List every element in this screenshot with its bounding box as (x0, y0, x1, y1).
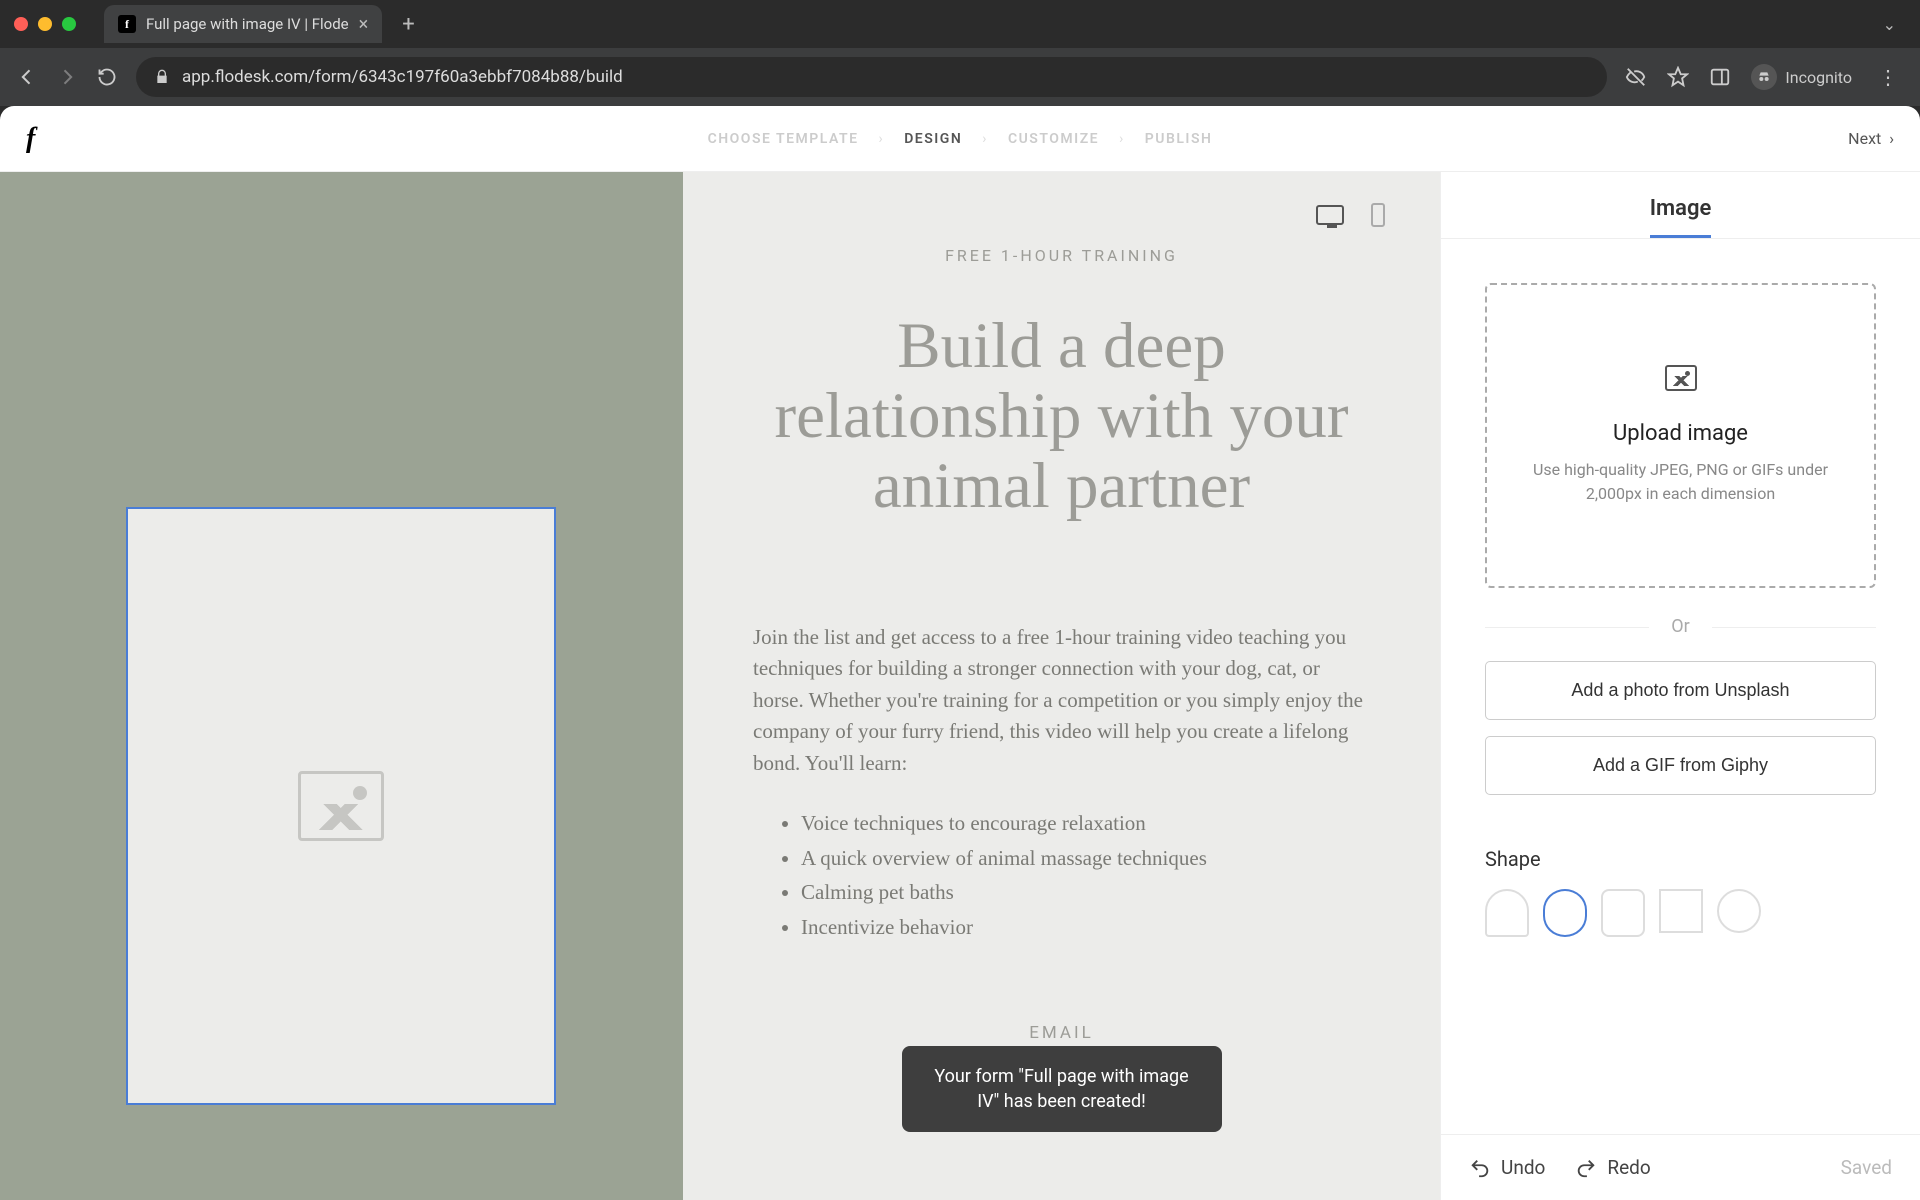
image-placeholder-oval (128, 509, 554, 1103)
mobile-icon[interactable] (1362, 202, 1394, 228)
tabs-overflow-icon[interactable]: ⌄ (1873, 15, 1906, 34)
next-button[interactable]: Next › (1848, 129, 1894, 148)
eyebrow-text[interactable]: FREE 1-HOUR TRAINING (753, 246, 1370, 265)
close-icon[interactable]: × (359, 14, 369, 35)
panel-body: Upload image Use high-quality JPEG, PNG … (1441, 239, 1920, 1134)
new-tab-button[interactable]: + (392, 12, 424, 37)
saved-status: Saved (1841, 1156, 1892, 1179)
redo-icon (1575, 1157, 1597, 1179)
lock-icon (154, 69, 170, 85)
tab-bar: f Full page with image IV | Flode × + ⌄ (0, 0, 1920, 48)
chevron-right-icon: › (1119, 131, 1125, 147)
forward-icon[interactable] (56, 66, 78, 88)
step-design[interactable]: DESIGN (904, 131, 962, 147)
step-customize[interactable]: CUSTOMIZE (1008, 131, 1099, 147)
tab-title: Full page with image IV | Flode (146, 15, 349, 33)
wizard-steps: CHOOSE TEMPLATE › DESIGN › CUSTOMIZE › P… (708, 131, 1213, 147)
reload-icon[interactable] (96, 66, 118, 88)
list-item: A quick overview of animal massage techn… (801, 842, 1370, 875)
shape-option-arch[interactable] (1485, 889, 1529, 937)
incognito-badge[interactable]: Incognito (1751, 64, 1852, 90)
shape-option-rounded[interactable] (1601, 889, 1645, 937)
shape-option-circle[interactable] (1717, 889, 1761, 933)
email-field-label[interactable]: EMAIL (753, 1023, 1370, 1043)
upload-title: Upload image (1517, 421, 1844, 446)
workspace: FREE 1-HOUR TRAINING Build a deep relati… (0, 172, 1920, 1200)
back-icon[interactable] (16, 66, 38, 88)
window-minimize[interactable] (38, 17, 52, 31)
eye-off-icon[interactable] (1625, 66, 1647, 88)
app-logo[interactable]: f (26, 123, 35, 155)
address-bar: app.flodesk.com/form/6343c197f60a3ebbf70… (0, 48, 1920, 106)
canvas: FREE 1-HOUR TRAINING Build a deep relati… (0, 172, 1440, 1200)
unsplash-button[interactable]: Add a photo from Unsplash (1485, 661, 1876, 720)
tab-image[interactable]: Image (1650, 196, 1712, 238)
window-controls (14, 17, 76, 31)
window-close[interactable] (14, 17, 28, 31)
chevron-right-icon: › (982, 131, 988, 147)
upload-dropzone[interactable]: Upload image Use high-quality JPEG, PNG … (1485, 283, 1876, 588)
desktop-icon[interactable] (1314, 202, 1346, 228)
list-item: Calming pet baths (801, 876, 1370, 909)
window-maximize[interactable] (62, 17, 76, 31)
step-publish[interactable]: PUBLISH (1145, 131, 1213, 147)
app-header: f CHOOSE TEMPLATE › DESIGN › CUSTOMIZE ›… (0, 106, 1920, 172)
undo-icon (1469, 1157, 1491, 1179)
canvas-image-column (0, 172, 683, 1200)
list-item: Voice techniques to encourage relaxation (801, 807, 1370, 840)
shape-option-oval[interactable] (1543, 889, 1587, 937)
menu-icon[interactable]: ⋮ (1872, 65, 1904, 89)
shape-section-label: Shape (1485, 847, 1876, 871)
body-text[interactable]: Join the list and get access to a free 1… (753, 622, 1370, 780)
toast-notification: Your form "Full page with image IV" has … (902, 1046, 1222, 1132)
canvas-text-column: FREE 1-HOUR TRAINING Build a deep relati… (683, 172, 1440, 1200)
image-slot-selected[interactable] (126, 507, 556, 1105)
or-divider: Or (1485, 616, 1876, 637)
url-input[interactable]: app.flodesk.com/form/6343c197f60a3ebbf70… (136, 57, 1607, 97)
properties-panel: Image Upload image Use high-quality JPEG… (1440, 172, 1920, 1200)
browser-tab[interactable]: f Full page with image IV | Flode × (104, 5, 382, 43)
step-choose-template[interactable]: CHOOSE TEMPLATE (708, 131, 859, 147)
toast-message: Your form "Full page with image IV" has … (934, 1066, 1188, 1112)
app-root: f CHOOSE TEMPLATE › DESIGN › CUSTOMIZE ›… (0, 106, 1920, 1200)
incognito-icon (1751, 64, 1777, 90)
panel-tabs: Image (1441, 172, 1920, 239)
shape-option-square[interactable] (1659, 889, 1703, 933)
chevron-right-icon: › (878, 131, 884, 147)
star-icon[interactable] (1667, 66, 1689, 88)
image-icon (1665, 365, 1697, 391)
device-preview-toggle (1314, 202, 1394, 228)
giphy-button[interactable]: Add a GIF from Giphy (1485, 736, 1876, 795)
history-bar: Undo Redo Saved (1441, 1134, 1920, 1200)
image-placeholder-icon (298, 771, 384, 841)
incognito-label: Incognito (1785, 68, 1852, 87)
upload-hint: Use high-quality JPEG, PNG or GIFs under… (1517, 458, 1844, 506)
panel-icon[interactable] (1709, 66, 1731, 88)
list-item: Incentivize behavior (801, 911, 1370, 944)
headline-text[interactable]: Build a deep relationship with your anim… (753, 311, 1370, 522)
bullet-list[interactable]: Voice techniques to encourage relaxation… (753, 807, 1370, 943)
shape-options (1485, 889, 1876, 937)
url-text: app.flodesk.com/form/6343c197f60a3ebbf70… (182, 67, 623, 87)
redo-button[interactable]: Redo (1575, 1156, 1650, 1179)
browser-chrome: f Full page with image IV | Flode × + ⌄ … (0, 0, 1920, 106)
tab-favicon-icon: f (118, 15, 136, 33)
undo-button[interactable]: Undo (1469, 1156, 1545, 1179)
